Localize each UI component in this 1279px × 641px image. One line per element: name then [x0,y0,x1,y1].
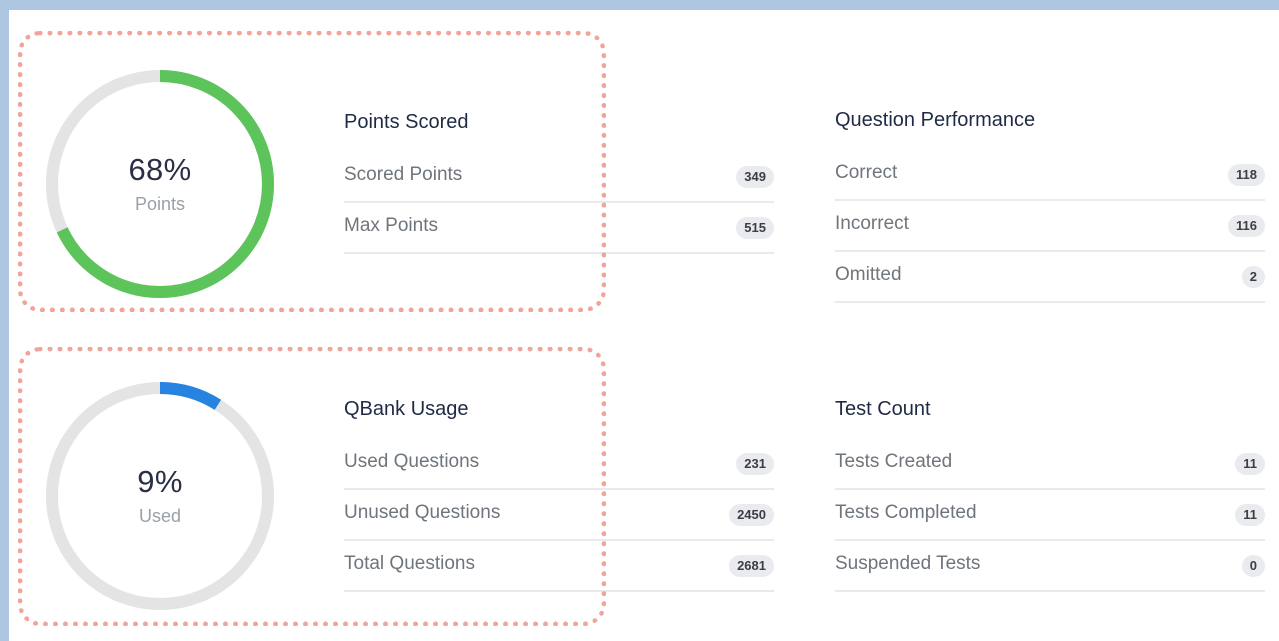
stat-label: Correct [835,162,898,183]
stat-label: Tests Completed [835,502,977,523]
question-performance-group: Question Performance Correct 118 Incorre… [835,106,1265,303]
stat-label: Incorrect [835,213,909,234]
stat-badge: 11 [1235,504,1265,526]
stat-label: Omitted [835,264,902,285]
stat-badge: 231 [736,453,774,475]
stat-badge: 2 [1241,266,1265,288]
stat-badge: 118 [1228,164,1265,186]
stat-badge: 2681 [729,555,774,577]
highlight-box-usage [18,347,606,626]
stat-badge: 11 [1235,453,1265,475]
stat-badge: 0 [1241,555,1265,577]
stat-row: Tests Completed 11 [835,490,1265,541]
test-count-group: Test Count Tests Created 11 Tests Comple… [835,395,1265,592]
stat-label: Suspended Tests [835,553,981,574]
stat-badge: 116 [1228,215,1265,237]
highlight-box-points [18,31,606,312]
test-count-title: Test Count [835,398,931,420]
stat-row: Tests Created 11 [835,439,1265,490]
stat-row: Correct 118 [835,150,1265,201]
stat-badge: 349 [736,166,774,188]
question-performance-title: Question Performance [835,109,1036,131]
stat-badge: 2450 [729,504,774,526]
stat-row: Omitted 2 [835,252,1265,303]
stat-label: Tests Created [835,451,953,472]
stat-badge: 515 [736,217,774,239]
stat-row: Incorrect 116 [835,201,1265,252]
stat-row: Suspended Tests 0 [835,541,1265,592]
